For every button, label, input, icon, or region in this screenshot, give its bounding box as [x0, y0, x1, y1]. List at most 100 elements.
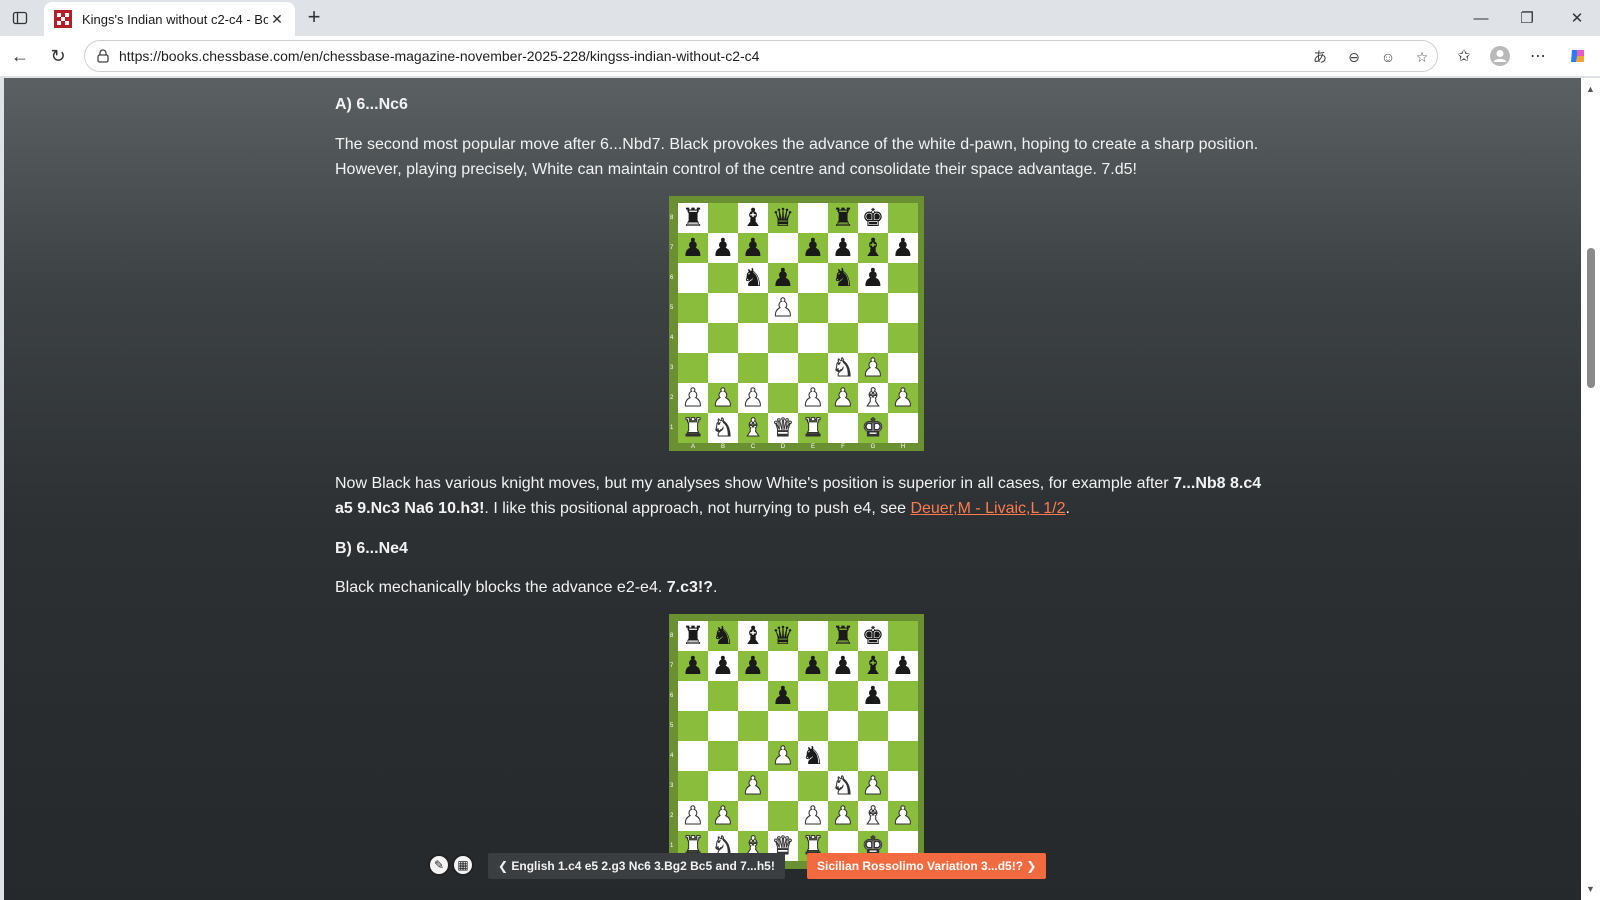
black-bishop-icon: ♝ — [741, 204, 765, 232]
board-square: ♟ — [888, 383, 918, 413]
paragraph-1: The second most popular move after 6...N… — [335, 136, 1259, 178]
window-close-icon[interactable]: ✕ — [1554, 0, 1600, 36]
board-square: ♟ — [708, 801, 738, 831]
black-pawn-icon: ♟ — [831, 234, 855, 262]
chess-diagram-2[interactable]: 87654321 ♜ ♞ ♝ ♛ ♜ ♚ ♟ ♟ ♟ ♟ ♟ ♝ ♟ ♟ ♟ ♟ ♞ ♟ ♞ ♟ ♟ ♟ ♟ ♟ ♝ ♟ ♜ ♞ ♝ ♛ ♜… — [669, 614, 924, 869]
board-square — [828, 293, 858, 323]
address-bar[interactable]: https://books.chessbase.com/en/chessbase… — [84, 40, 1438, 72]
pencil-icon[interactable]: ✎ — [428, 854, 450, 876]
previous-article-button[interactable]: ❮ English 1.c4 e5 2.g3 Nc6 3.Bg2 Bc5 and… — [488, 853, 785, 879]
back-arrow-icon[interactable]: ← — [6, 42, 34, 70]
refresh-icon[interactable]: ↻ — [44, 42, 72, 70]
board-square — [888, 263, 918, 293]
next-article-button[interactable]: Sicilian Rossolimo Variation 3...d5!? ❯ — [807, 853, 1047, 879]
board-square — [828, 741, 858, 771]
copilot-icon[interactable] — [1566, 44, 1590, 68]
rank-label: 5 — [670, 723, 674, 729]
white-pawn-icon: ♟ — [681, 802, 705, 831]
scroll-thumb[interactable] — [1587, 248, 1595, 388]
favorites-icon[interactable]: ✩ — [1452, 44, 1476, 68]
white-pawn-icon: ♟ — [681, 384, 705, 413]
board-square — [888, 741, 918, 771]
board-square: ♝ — [858, 233, 888, 263]
white-pawn-icon: ♟ — [771, 742, 795, 771]
paragraph-2: Now Black has various knight moves, but … — [335, 475, 1262, 517]
black-pawn-icon: ♟ — [681, 234, 705, 262]
board-square: ♟ — [798, 801, 828, 831]
white-pawn-icon: ♟ — [801, 384, 825, 413]
board-square — [678, 293, 708, 323]
white-pawn-icon: ♟ — [891, 802, 915, 831]
game-link[interactable]: Deuer,M - Livaic,L 1/2 — [910, 500, 1065, 517]
board-square: ♜ — [678, 203, 708, 233]
board-square — [798, 771, 828, 801]
zoom-out-icon[interactable]: ⊖ — [1343, 46, 1365, 68]
board-grid: ♜ ♝ ♛ ♜ ♚ ♟ ♟ ♟ ♟ ♟ ♝ ♟ ♞ ♟ ♞ ♟ ♟ ♞ ♟ ♟ ♟ ♟ ♟ ♟ ♝ ♟ ♜ ♞ ♝ ♛ ♜ ♚ — [678, 203, 918, 443]
board-square — [888, 711, 918, 741]
scroll-up-arrow-icon[interactable]: ▲ — [1586, 84, 1595, 94]
restore-icon[interactable]: ❐ — [1504, 0, 1550, 36]
board-square: ♟ — [708, 383, 738, 413]
board-square — [768, 233, 798, 263]
board-square — [768, 383, 798, 413]
board-square: ♝ — [858, 383, 888, 413]
active-tab[interactable]: Kings's Indian without c2-c4 - Boc ✕ — [44, 2, 295, 36]
white-pawn-icon: ♟ — [711, 384, 735, 413]
favorite-star-icon[interactable]: ☆ — [1411, 46, 1433, 68]
scroll-down-arrow-icon[interactable]: ▼ — [1586, 884, 1595, 894]
board-square — [708, 741, 738, 771]
vertical-scrollbar[interactable]: ▲ ▼ — [1581, 78, 1600, 900]
reading-icon[interactable]: ☺ — [1377, 46, 1399, 68]
board-square — [708, 293, 738, 323]
chess-diagram-1[interactable]: 87654321 ♜ ♝ ♛ ♜ ♚ ♟ ♟ ♟ ♟ ♟ ♝ ♟ ♞ ♟ ♞ ♟ ♟ ♞ ♟ ♟ ♟ ♟ ♟ ♟ ♝ ♟ ♜ ♞ ♝ ♛ ♜… — [669, 196, 924, 451]
minimize-icon[interactable]: — — [1458, 0, 1504, 36]
translate-icon[interactable]: あ — [1309, 46, 1331, 68]
rank-label: 2 — [670, 813, 674, 819]
url-text[interactable]: https://books.chessbase.com/en/chessbase… — [119, 48, 759, 64]
board-square: ♟ — [708, 651, 738, 681]
file-label: H — [900, 444, 906, 450]
board-square: ♟ — [858, 353, 888, 383]
site-info-icon[interactable] — [95, 48, 111, 64]
board-square — [888, 323, 918, 353]
board-square: ♟ — [678, 383, 708, 413]
new-tab-button[interactable]: + — [300, 5, 328, 31]
black-pawn-icon: ♟ — [861, 682, 885, 710]
board-square: ♝ — [738, 413, 768, 443]
board-square: ♟ — [888, 233, 918, 263]
board-square — [828, 711, 858, 741]
page-content: A) 6...Nc6 The second most popular move … — [4, 78, 1581, 900]
profile-avatar-icon[interactable] — [1488, 44, 1512, 68]
board-square: ♟ — [678, 651, 708, 681]
rank-label: 6 — [670, 693, 674, 699]
tab-title: Kings's Indian without c2-c4 - Boc — [82, 11, 268, 27]
board-square: ♞ — [828, 771, 858, 801]
tab-actions-icon[interactable] — [8, 6, 32, 30]
board-square: ♞ — [708, 413, 738, 443]
board-square: ♚ — [858, 621, 888, 651]
board-square: ♟ — [768, 263, 798, 293]
board-square — [678, 323, 708, 353]
file-label: D — [780, 444, 786, 450]
board-square: ♞ — [798, 741, 828, 771]
board-square — [858, 741, 888, 771]
white-rook-icon: ♜ — [681, 414, 705, 443]
black-rook-icon: ♜ — [831, 622, 855, 650]
board-square — [798, 263, 828, 293]
board-square — [708, 711, 738, 741]
board-view-icon[interactable]: ▦ — [452, 854, 474, 876]
white-pawn-icon: ♟ — [831, 802, 855, 831]
board-square — [678, 711, 708, 741]
board-square: ♟ — [828, 651, 858, 681]
board-square — [678, 353, 708, 383]
black-rook-icon: ♜ — [681, 622, 705, 650]
rank-label: 7 — [670, 245, 674, 251]
file-label: F — [841, 444, 845, 450]
close-tab-icon[interactable]: ✕ — [269, 11, 285, 27]
board-square: ♟ — [678, 801, 708, 831]
black-pawn-icon: ♟ — [891, 234, 915, 262]
board-square — [738, 323, 768, 353]
more-menu-icon[interactable]: ⋯ — [1526, 44, 1550, 68]
black-pawn-icon: ♟ — [741, 652, 765, 680]
board-square — [708, 323, 738, 353]
